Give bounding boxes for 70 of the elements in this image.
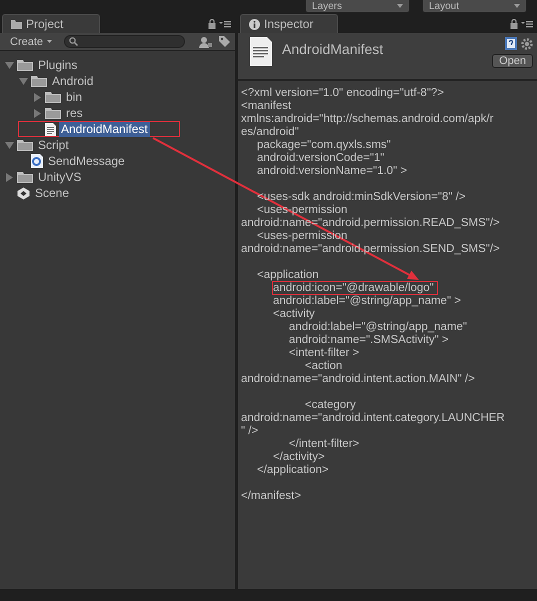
expanded-triangle-icon[interactable] bbox=[18, 78, 28, 84]
document-icon bbox=[250, 37, 272, 66]
code-line: android:versionCode="1" bbox=[256, 152, 384, 165]
help-icon[interactable] bbox=[505, 37, 517, 50]
code-line: <?xml version="1.0" encoding="utf-8"?> bbox=[241, 87, 444, 100]
folder-icon bbox=[45, 107, 61, 119]
tree-item[interactable]: Plugins bbox=[36, 58, 80, 72]
collapsed-triangle-icon[interactable] bbox=[6, 172, 12, 182]
info-icon bbox=[249, 18, 260, 30]
tree-item[interactable]: res bbox=[64, 106, 85, 120]
cube-icon bbox=[17, 186, 30, 200]
code-line: android:name="android.intent.category.LAUNCHER bbox=[241, 412, 505, 425]
project-tab[interactable]: Project bbox=[2, 14, 100, 33]
settings-icon[interactable] bbox=[521, 38, 533, 50]
code-line: <category bbox=[304, 399, 356, 412]
code-line: android:label="@string/app_name" bbox=[288, 321, 468, 334]
menu-icon[interactable] bbox=[219, 20, 231, 28]
code-line: android:name=".SMSActivity" > bbox=[288, 334, 449, 347]
expanded-triangle-icon[interactable] bbox=[4, 62, 14, 68]
folder-icon bbox=[17, 59, 33, 71]
code-line: <activity bbox=[272, 308, 315, 321]
inspector-tab[interactable]: Inspector bbox=[240, 14, 338, 33]
folder-icon bbox=[17, 139, 33, 151]
tag-icon[interactable] bbox=[218, 35, 231, 48]
folder-icon bbox=[31, 75, 47, 87]
search-icon bbox=[69, 37, 78, 46]
tree-item[interactable]: AndroidManifest bbox=[59, 122, 150, 136]
person-filter-icon[interactable] bbox=[199, 36, 212, 48]
code-line: <application bbox=[256, 269, 319, 282]
create-dropdown[interactable]: Create bbox=[4, 36, 58, 48]
caret-icon bbox=[514, 4, 520, 8]
caret-icon bbox=[397, 4, 403, 8]
tree-item[interactable]: Script bbox=[36, 138, 71, 152]
lock-icon[interactable] bbox=[510, 19, 518, 29]
open-button[interactable]: Open bbox=[492, 54, 533, 68]
collapsed-triangle-icon[interactable] bbox=[34, 92, 40, 102]
caret-icon bbox=[47, 40, 52, 43]
code-line: es/android" bbox=[241, 126, 299, 139]
code-line: android:name="android.intent.action.MAIN" /> bbox=[241, 373, 475, 386]
code-line: <intent-filter > bbox=[288, 347, 360, 360]
tree-item[interactable]: bin bbox=[64, 90, 84, 104]
code-line: </application> bbox=[256, 464, 329, 477]
collapsed-triangle-icon[interactable] bbox=[34, 108, 40, 118]
code-line: xmlns:android="http://schemas.android.com/apk/r bbox=[241, 113, 494, 126]
code-line: </intent-filter> bbox=[288, 438, 360, 451]
expanded-triangle-icon[interactable] bbox=[4, 142, 14, 148]
code-line: android:icon="@drawable/logo" bbox=[241, 282, 437, 295]
code-line: </activity> bbox=[272, 451, 325, 464]
asset-title: AndroidManifest bbox=[282, 41, 384, 57]
tree-item[interactable]: Scene bbox=[33, 186, 72, 200]
tree-item[interactable]: Android bbox=[50, 74, 96, 88]
code-line: <action bbox=[304, 360, 342, 373]
folder-icon bbox=[11, 20, 22, 28]
menu-icon[interactable] bbox=[521, 20, 533, 28]
code-line: " /> bbox=[241, 425, 258, 438]
folder-icon bbox=[17, 171, 33, 183]
code-line: android:versionName="1.0" > bbox=[256, 165, 408, 178]
tree-item[interactable]: UnityVS bbox=[36, 170, 84, 184]
code-line: </manifest> bbox=[241, 490, 302, 503]
tree-item[interactable]: SendMessage bbox=[46, 154, 127, 168]
lock-icon[interactable] bbox=[208, 19, 216, 29]
code-line: <manifest bbox=[241, 100, 292, 113]
folder-icon bbox=[45, 91, 61, 103]
dropdown[interactable]: Layers bbox=[305, 0, 410, 13]
script-icon bbox=[31, 154, 43, 168]
search-field[interactable] bbox=[64, 35, 185, 48]
code-line: android:label="@string/app_name" > bbox=[272, 295, 461, 308]
document-icon bbox=[45, 122, 56, 136]
code-line: package="com.qyxls.sms" bbox=[256, 139, 391, 152]
dropdown[interactable]: Layout bbox=[422, 0, 527, 13]
